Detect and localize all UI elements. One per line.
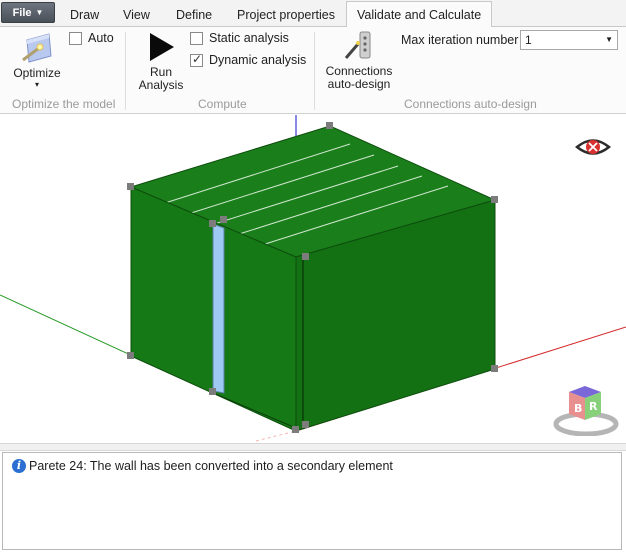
auto-checkbox[interactable]: Auto (69, 31, 114, 45)
view-cube-icon: B R (553, 386, 619, 436)
optimize-label: Optimize (13, 66, 61, 80)
group-label-compute: Compute (198, 97, 247, 111)
static-analysis-checkbox[interactable]: Static analysis (190, 31, 289, 45)
chevron-down-icon: ▼ (35, 7, 44, 17)
tab-validate-and-calculate[interactable]: Validate and Calculate (346, 1, 493, 28)
connections-auto-design-button[interactable]: Connections auto-design (322, 30, 396, 91)
dynamic-analysis-label: Dynamic analysis (209, 53, 307, 67)
dynamic-analysis-checkbox-box[interactable] (190, 52, 203, 67)
run-analysis-button[interactable]: Run Analysis (138, 31, 184, 92)
tab-view[interactable]: View (123, 5, 150, 27)
ribbon-panel: Optimize ▾ Auto Optimize the model Run A… (0, 27, 626, 114)
hidden-elements-toggle[interactable] (574, 134, 612, 160)
file-menu-label: File (12, 6, 32, 19)
panel-splitter[interactable] (0, 443, 626, 451)
group-separator (314, 32, 315, 110)
static-analysis-checkbox-box[interactable] (190, 31, 203, 45)
tab-define[interactable]: Define (176, 5, 212, 27)
connection-plate-icon (344, 31, 371, 59)
max-iteration-select[interactable]: 1 ▼ (520, 30, 618, 50)
eye-icon (575, 139, 611, 155)
auto-checkbox-box[interactable] (69, 31, 82, 45)
play-icon (150, 33, 174, 61)
group-separator (125, 32, 126, 110)
message-text: Parete 24: The wall has been converted i… (29, 459, 393, 473)
message-row[interactable]: i Parete 24: The wall has been converted… (12, 459, 393, 473)
chevron-down-icon: ▼ (605, 35, 613, 44)
model-viewport[interactable]: B R (0, 115, 626, 443)
model-canvas[interactable] (0, 115, 626, 443)
navigation-cube[interactable]: B R (553, 380, 619, 436)
tab-draw[interactable]: Draw (70, 5, 99, 27)
max-iteration-label: Max iteration number (401, 33, 519, 47)
wall-opening[interactable] (212, 223, 225, 394)
run-analysis-label-line2: Analysis (138, 78, 184, 92)
ribbon-tab-strip: File ▼ Draw View Define Project properti… (0, 0, 626, 28)
cube-face-r: R (589, 400, 598, 413)
axis-extension (255, 430, 297, 442)
group-label-connections: Connections auto-design (404, 97, 537, 111)
file-menu-button[interactable]: File ▼ (1, 2, 55, 23)
dynamic-analysis-checkbox[interactable]: Dynamic analysis (190, 52, 307, 67)
optimize-wand-icon (22, 33, 52, 63)
chevron-down-icon: ▾ (34, 80, 39, 89)
tab-project-properties[interactable]: Project properties (237, 5, 335, 27)
info-icon: i (12, 459, 26, 473)
cube-face-b: B (574, 402, 582, 415)
optimize-button[interactable]: Optimize ▾ (9, 30, 65, 90)
connections-label-line2: auto-design (327, 77, 391, 91)
group-label-optimize: Optimize the model (12, 97, 116, 111)
static-analysis-label: Static analysis (209, 31, 289, 45)
max-iteration-value: 1 (525, 33, 532, 47)
message-panel: i Parete 24: The wall has been converted… (2, 452, 622, 550)
auto-checkbox-label: Auto (88, 31, 114, 45)
